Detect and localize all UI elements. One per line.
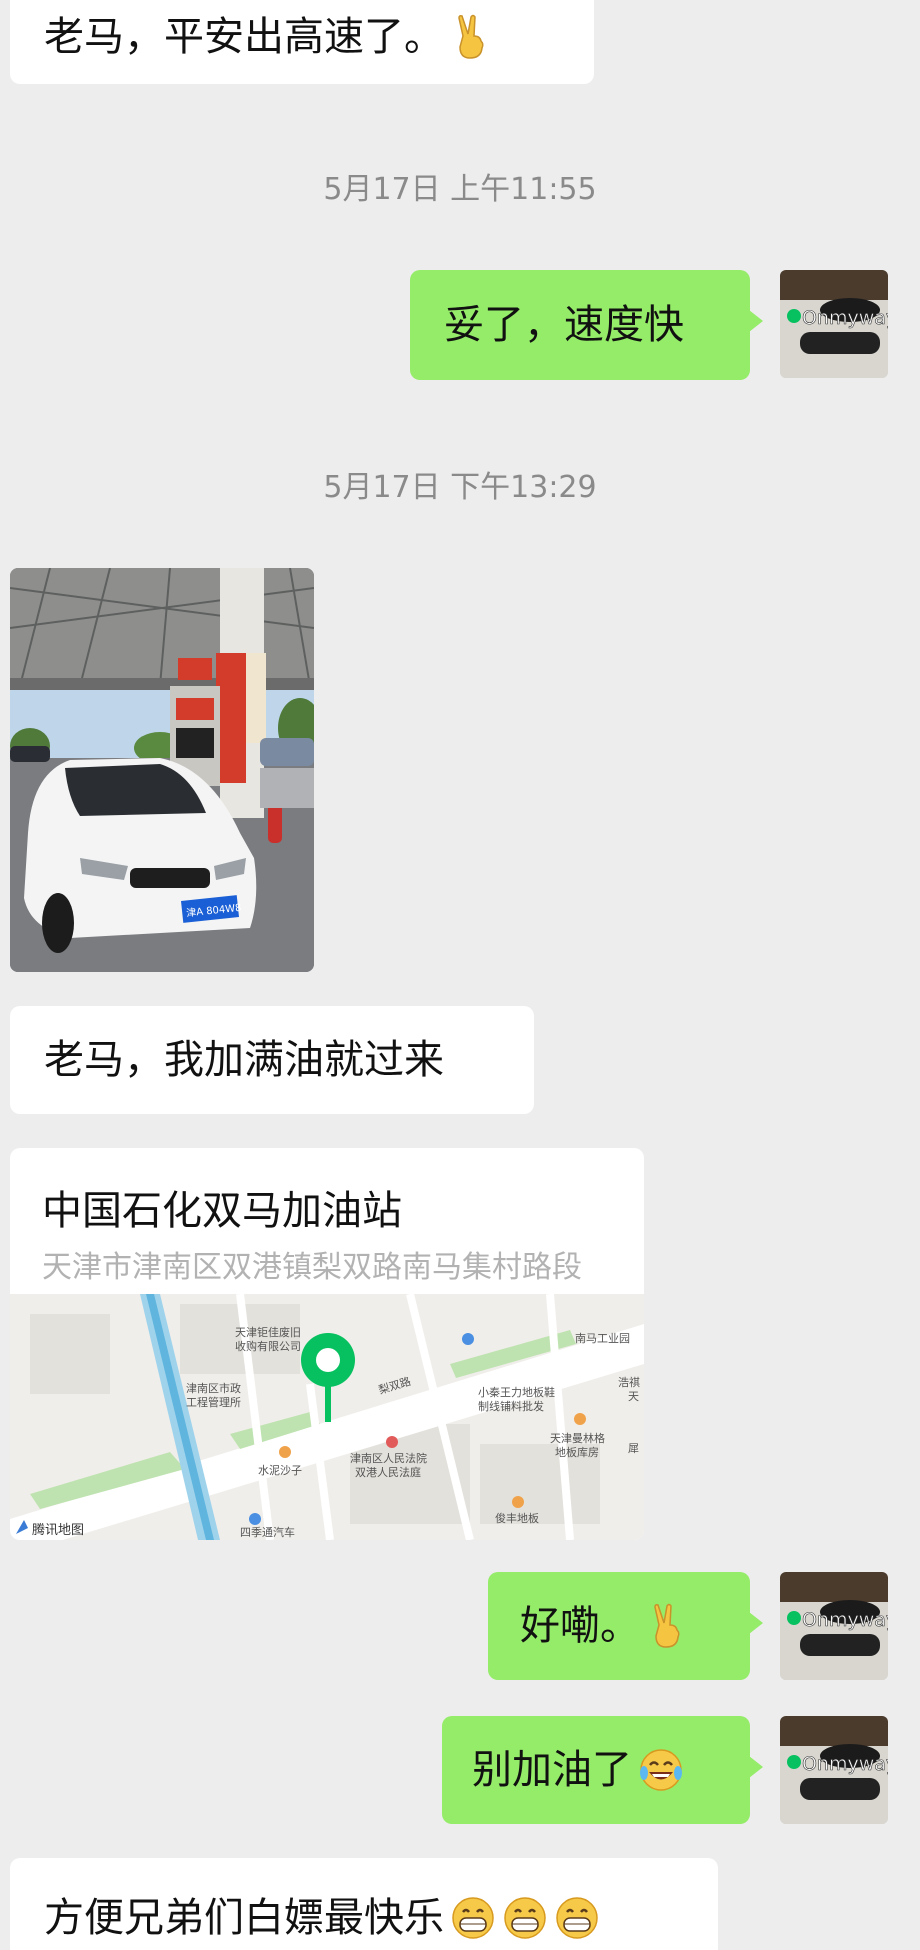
message-bubble-incoming[interactable]: 老马，我加满油就过来 [10, 1006, 534, 1114]
avatar-label: Onmyway [802, 307, 888, 329]
message-text: 老马，我加满油就过来 [44, 1037, 444, 1083]
message-bubble-incoming[interactable]: 方便兄弟们白嫖最快乐 [10, 1858, 718, 1950]
message-text: 妥了，速度快 [444, 302, 684, 348]
map-label: 收购有限公司 [235, 1339, 301, 1353]
timestamp: 5月17日 下午13:29 [323, 470, 597, 505]
map-label: 天津曼林格 [550, 1431, 605, 1445]
avatar-label: Onmyway [802, 1609, 888, 1631]
map-label: 制线铺料批发 [478, 1399, 544, 1413]
message-bubble-outgoing[interactable]: 别加油了 [442, 1716, 763, 1824]
avatar[interactable]: Onmyway [780, 1716, 888, 1824]
map-label: 南马工业园 [575, 1332, 630, 1345]
photo-message[interactable]: 津A 804W8 [10, 568, 314, 972]
avatar[interactable]: Onmyway [780, 270, 888, 378]
victory-hand-emoji [654, 1603, 680, 1648]
message-text: 方便兄弟们白嫖最快乐 [44, 1895, 444, 1941]
location-name: 中国石化双马加油站 [42, 1188, 402, 1234]
timestamp: 5月17日 上午11:55 [323, 172, 597, 207]
location-card[interactable]: 中国石化双马加油站 天津市津南区双港镇梨双路南马集村路段 天津钜佳废旧 收购有限… [10, 1148, 644, 1540]
map-label: 天津钜佳废旧 [235, 1325, 301, 1339]
map-label: 津南区市政 [186, 1381, 241, 1395]
grinning-emoji [504, 1897, 546, 1939]
map-label: 水泥沙子 [258, 1464, 302, 1477]
message-bubble-incoming[interactable]: 老马，平安出高速了。 [10, 0, 594, 84]
message-text: 老马，平安出高速了。 [44, 14, 444, 60]
map-label: 地板库房 [555, 1445, 599, 1459]
map-label: 小秦王力地板鞋 [478, 1385, 555, 1399]
map-label: 四季通汽车 [240, 1525, 295, 1539]
tears-of-joy-emoji [640, 1749, 682, 1791]
location-map[interactable]: 天津钜佳废旧 收购有限公司 津南区市政 工程管理所 梨双路 南马工业园 小秦王力… [10, 1293, 644, 1540]
location-address: 天津市津南区双港镇梨双路南马集村路段 [42, 1250, 582, 1285]
map-label: 天 [628, 1390, 639, 1403]
grinning-emoji [452, 1897, 494, 1939]
map-label: 俊丰地板 [495, 1511, 539, 1525]
message-bubble-outgoing[interactable]: 好嘞。 [488, 1572, 763, 1680]
avatar-label: Onmyway [802, 1753, 888, 1775]
message-bubble-outgoing[interactable]: 妥了，速度快 [410, 270, 763, 380]
avatar-image: Onmyway [780, 1716, 888, 1824]
gas-station-photo: 津A 804W8 [10, 568, 314, 972]
avatar-image: Onmyway [780, 270, 888, 378]
avatar[interactable]: Onmyway [780, 1572, 888, 1680]
svg-text:腾讯地图: 腾讯地图 [32, 1522, 84, 1538]
avatar-image: Onmyway [780, 1572, 888, 1680]
map-label: 浩祺 [618, 1376, 640, 1389]
map-label: 犀 [628, 1442, 639, 1455]
map-label: 工程管理所 [186, 1395, 241, 1409]
victory-hand-emoji [458, 14, 484, 59]
grinning-emoji [556, 1897, 598, 1939]
map-label: 双港人民法庭 [355, 1465, 421, 1479]
map-label: 津南区人民法院 [350, 1451, 427, 1465]
message-text: 别加油了 [472, 1747, 632, 1793]
message-text: 好嘞。 [520, 1603, 640, 1649]
